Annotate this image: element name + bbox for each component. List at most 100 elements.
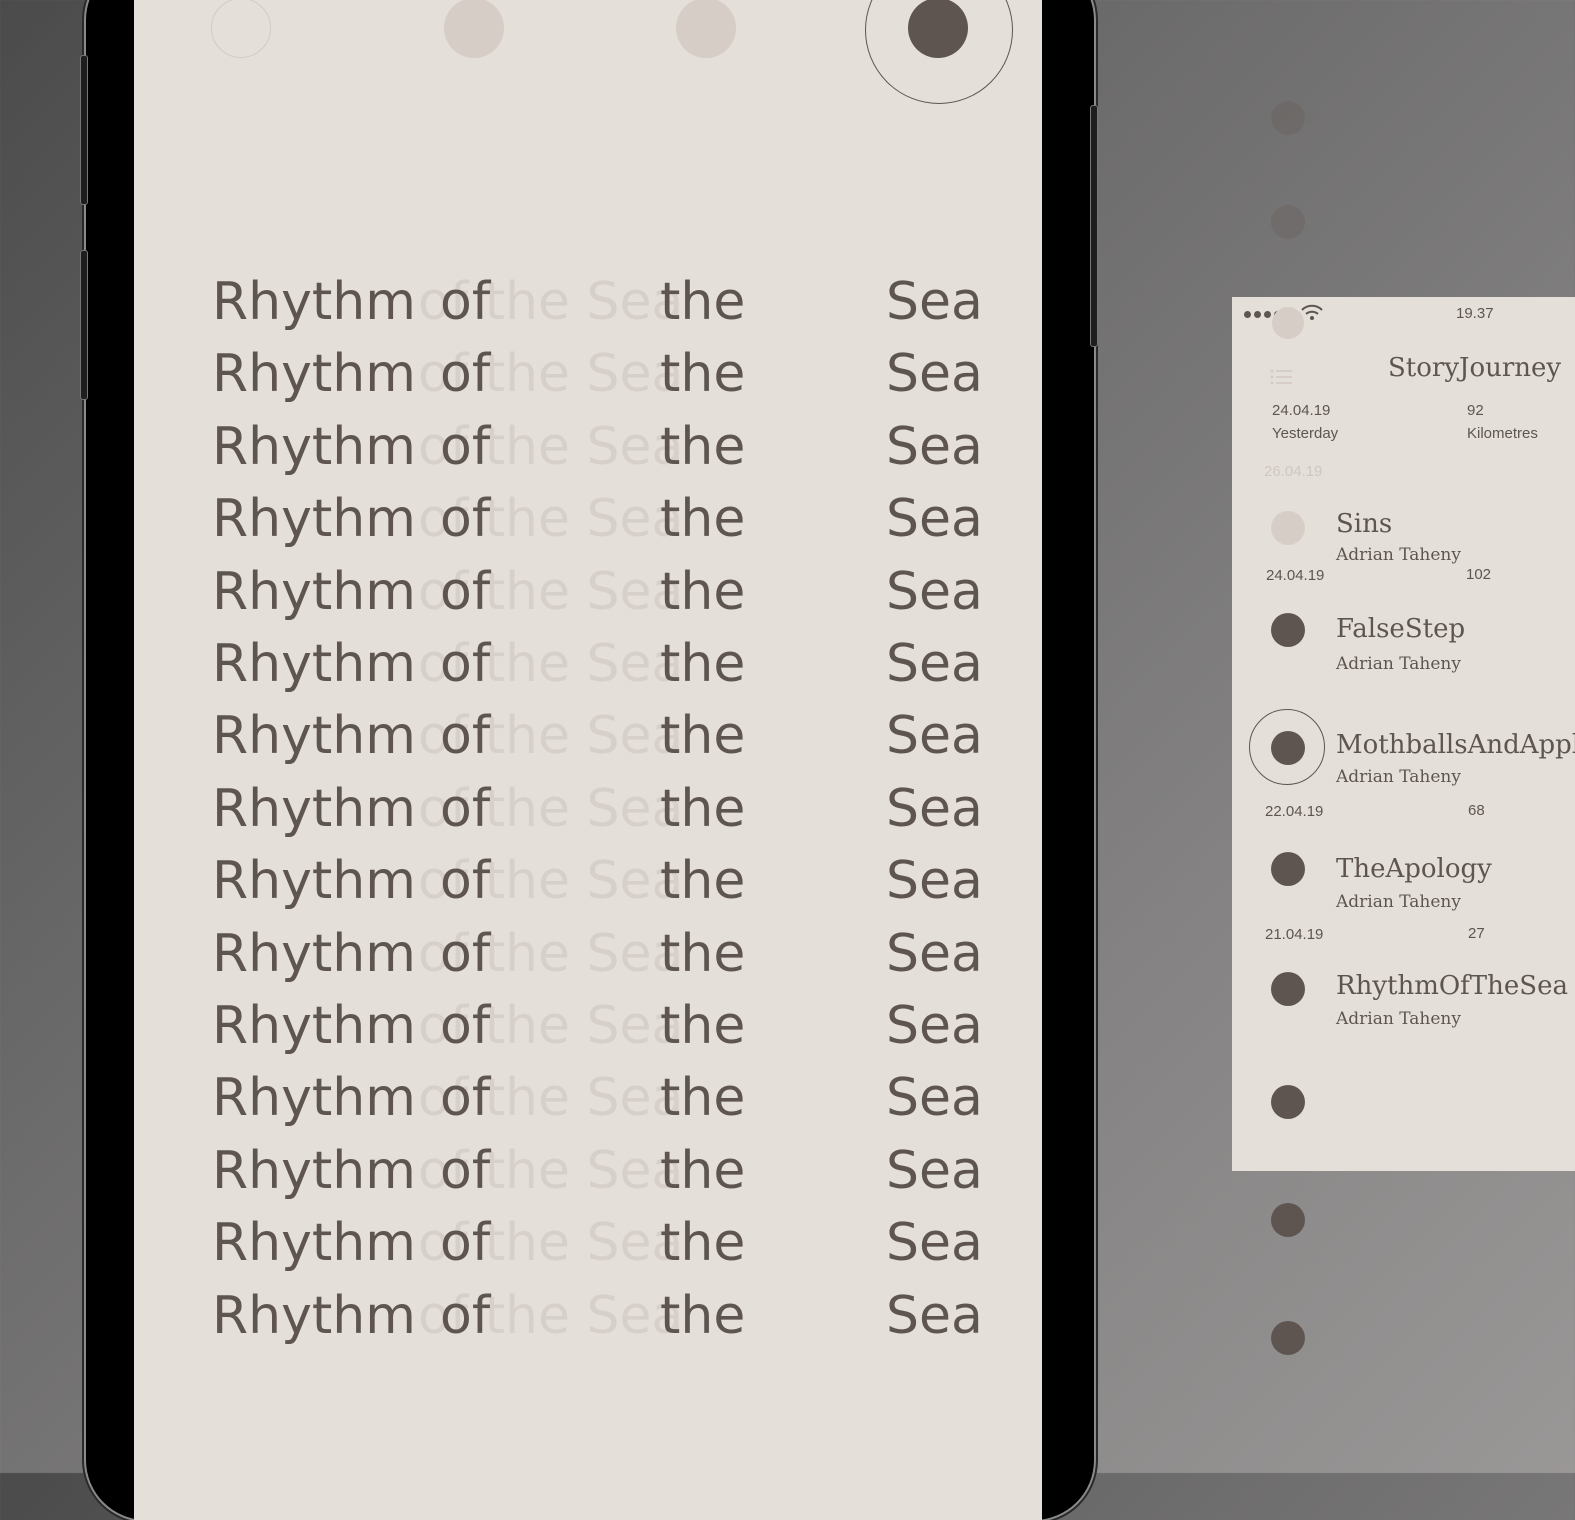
lyric-word: Rhythm (212, 561, 416, 622)
lyric-word: Sea (886, 344, 983, 405)
story-title[interactable]: TheApology (1336, 854, 1492, 884)
timeline-dot[interactable] (1271, 613, 1305, 647)
lyric-word: of (440, 1285, 491, 1346)
story-author: Adrian Taheny (1336, 654, 1461, 674)
lyric-word: Rhythm (212, 634, 416, 694)
lyric-word: Rhythm (212, 1213, 416, 1274)
timeline-dot-selected[interactable] (1271, 731, 1305, 765)
progress-dot-light[interactable] (444, 0, 504, 58)
lyric-word: Rhythm (212, 1140, 416, 1201)
lyric-word: of (440, 1068, 491, 1129)
lyric-word: Rhythm (212, 272, 416, 332)
lyric-word: of (440, 1213, 491, 1274)
lyric-line: of the Sea Rhythm of the Sea (212, 990, 1032, 1062)
progress-dot-light[interactable] (676, 0, 736, 58)
lyric-word: the (660, 489, 746, 550)
lyric-word: the (660, 706, 746, 767)
volume-button (80, 250, 88, 400)
progress-dot-empty[interactable] (211, 0, 271, 58)
lyric-word: Sea (886, 1213, 983, 1274)
progress-dot-current[interactable] (908, 0, 968, 58)
timeline-dot[interactable] (1271, 1321, 1305, 1355)
lyric-word: Sea (886, 561, 983, 622)
timeline-dot[interactable] (1271, 511, 1305, 545)
lyric-line: of the Sea Rhythm of the Sea (212, 483, 1032, 555)
lyric-word: of (440, 923, 491, 984)
story-author: Adrian Taheny (1336, 892, 1461, 912)
timeline-dot[interactable] (1271, 1085, 1305, 1119)
lyric-word: Rhythm (212, 416, 416, 477)
story-title[interactable]: MothballsAndApples (1336, 730, 1575, 760)
lyric-word: the (660, 778, 746, 839)
lyric-word: of (440, 344, 491, 405)
lyric-word: Sea (886, 634, 983, 694)
lyric-word: of (440, 634, 491, 694)
timeline-dot[interactable] (1271, 852, 1305, 886)
wifi-icon (1301, 304, 1323, 320)
lyric-word: of (440, 851, 491, 912)
timeline-dot[interactable] (1271, 1203, 1305, 1237)
lyric-line: of the Sea Rhythm of the Sea (212, 1135, 1032, 1207)
story-title[interactable]: RhythmOfTheSea (1336, 971, 1568, 1001)
player-screen: of the Sea Rhythm of the Sea of the Sea Rhythm… (134, 0, 1042, 1520)
lyric-word: of (440, 272, 491, 332)
lyric-word: Rhythm (212, 778, 416, 839)
lyric-word: Sea (886, 1285, 983, 1346)
faded-date: 26.04.19 (1264, 463, 1323, 480)
lyric-line: of the Sea Rhythm of the Sea (212, 628, 1032, 700)
lyric-line: of the Sea Rhythm of the Sea (212, 266, 1032, 338)
timeline-dot[interactable] (1271, 972, 1305, 1006)
lyric-word: the (660, 416, 746, 477)
lyric-word: of (440, 706, 491, 767)
story-author: Adrian Taheny (1336, 1009, 1461, 1029)
lyric-word: of (440, 1140, 491, 1201)
timeline-dot (1272, 307, 1304, 339)
lyric-word: the (660, 1285, 746, 1346)
lyric-line: of the Sea Rhythm of the Sea (212, 918, 1032, 990)
summary-date: 24.04.19 (1272, 402, 1331, 419)
lyric-word: of (440, 489, 491, 550)
lyric-line: of the Sea Rhythm of the Sea (212, 773, 1032, 845)
lyric-line: of the Sea Rhythm of the Sea (212, 700, 1032, 772)
story-journey-card: 19.37 StoryJourney 24.04.19 Yesterday 92… (1232, 297, 1575, 1171)
lyric-line: of the Sea Rhythm of the Sea (212, 338, 1032, 410)
lyric-word: Sea (886, 272, 983, 332)
lyric-word: Rhythm (212, 996, 416, 1056)
lyric-word: the (660, 851, 746, 912)
summary-distance-label: Kilometres (1467, 425, 1538, 442)
lyric-word: the (660, 923, 746, 984)
entry-date: 21.04.19 (1265, 926, 1324, 943)
lyric-word: of (440, 996, 491, 1056)
lyric-word: Rhythm (212, 1068, 416, 1129)
story-title[interactable]: FalseStep (1336, 614, 1465, 644)
lyric-word: Sea (886, 923, 983, 984)
lyric-word: the (660, 344, 746, 405)
story-title[interactable]: Sins (1336, 509, 1392, 539)
summary-distance: 92 (1467, 402, 1484, 419)
lyric-word: the (660, 1068, 746, 1129)
lyric-line: of the Sea Rhythm of the Sea (212, 556, 1032, 628)
story-author: Adrian Taheny (1336, 545, 1461, 565)
lyric-word: Sea (886, 1140, 983, 1201)
lyric-word: Sea (886, 996, 983, 1056)
lyric-word: the (660, 272, 746, 332)
lyric-word: Sea (886, 706, 983, 767)
lyric-word: Rhythm (212, 706, 416, 767)
lyric-word: the (660, 1213, 746, 1274)
lyric-word: the (660, 634, 746, 694)
app-title: StoryJourney (1388, 353, 1562, 383)
lyric-word: Rhythm (212, 851, 416, 912)
lyric-word: Rhythm (212, 489, 416, 550)
lyric-word: Sea (886, 1068, 983, 1129)
lyric-word: of (440, 561, 491, 622)
lyric-word: Sea (886, 489, 983, 550)
story-author: Adrian Taheny (1336, 767, 1461, 787)
list-menu-icon[interactable] (1270, 369, 1292, 385)
lyric-word: Sea (886, 416, 983, 477)
lyric-line: of the Sea Rhythm of the Sea (212, 1062, 1032, 1134)
timeline-dot (1271, 205, 1305, 239)
timeline-dot (1271, 101, 1305, 135)
lyric-word: of (440, 778, 491, 839)
lyric-word: Sea (886, 778, 983, 839)
lyric-word: the (660, 996, 746, 1056)
